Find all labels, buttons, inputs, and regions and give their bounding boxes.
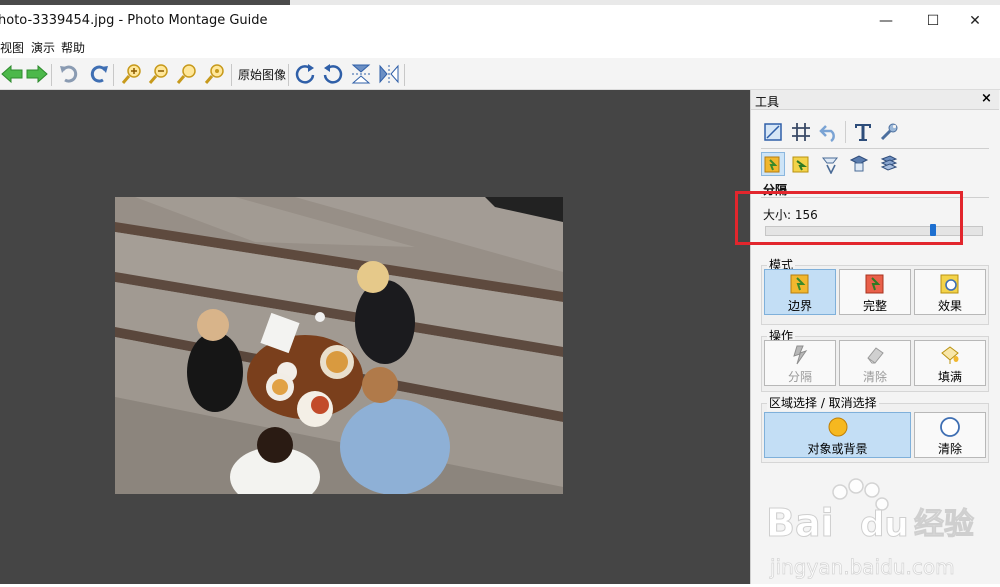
close-button[interactable]: ✕ — [955, 8, 995, 34]
complete-icon — [865, 274, 884, 294]
zoom-fit-icon[interactable] — [175, 62, 199, 86]
toolbar-separator — [231, 64, 232, 86]
clear-circle-icon — [940, 417, 960, 437]
divider — [761, 148, 989, 149]
maximize-button[interactable]: ☐ — [913, 8, 953, 34]
mode-effect-label: 效果 — [937, 299, 962, 313]
mode-effect-button[interactable]: 效果 — [914, 269, 986, 315]
region-object-label: 对象或背景 — [807, 442, 868, 456]
forward-icon[interactable] — [25, 62, 49, 86]
effect-icon — [940, 274, 959, 294]
panel-close-button[interactable]: × — [981, 91, 992, 106]
svg-text:jingyan.baidu.com: jingyan.baidu.com — [769, 555, 955, 579]
extract-tool-icon[interactable] — [789, 152, 813, 176]
crop-resize-icon[interactable] — [761, 120, 785, 144]
highlight-box — [735, 191, 963, 245]
person-tool-icon[interactable] — [819, 152, 843, 176]
zoom-out-icon[interactable] — [147, 62, 171, 86]
menu-bar: 视图 演示 帮助 — [0, 38, 1000, 58]
zoom-in-icon[interactable] — [120, 62, 144, 86]
undo-arrow-icon[interactable] — [817, 120, 841, 144]
grid-crop-icon[interactable] — [789, 120, 813, 144]
operation-fill-button[interactable]: 填满 — [914, 340, 986, 386]
zoom-actual-icon[interactable] — [203, 62, 227, 86]
flip-vertical-icon[interactable] — [349, 62, 373, 86]
menu-demo[interactable]: 演示 — [31, 39, 55, 56]
panel-title: 工具 — [755, 95, 780, 109]
region-object-or-background-button[interactable]: 对象或背景 — [764, 412, 911, 458]
menu-view[interactable]: 视图 — [0, 39, 24, 56]
main-toolbar: 原始图像 — [0, 58, 1000, 90]
svg-text:经验: 经验 — [914, 507, 974, 542]
text-icon[interactable] — [851, 120, 875, 144]
object-circle-icon — [828, 417, 847, 437]
toolbar-separator — [51, 64, 52, 86]
svg-text:du: du — [860, 505, 909, 545]
toolbar-separator — [404, 64, 405, 86]
menu-help[interactable]: 帮助 — [61, 39, 85, 56]
undo-icon[interactable] — [58, 62, 82, 86]
toolbar-separator — [288, 64, 289, 86]
eraser-icon — [867, 347, 884, 364]
mode-group: 模式 边界 完整 效果 — [761, 256, 989, 325]
mode-border-label: 边界 — [787, 299, 812, 313]
operation-erase-button[interactable]: 清除 — [839, 340, 911, 386]
flip-horizontal-icon[interactable] — [377, 62, 401, 86]
hat-tool-icon[interactable] — [847, 152, 871, 176]
taskbar-strip — [0, 0, 1000, 5]
operation-fill-label: 填满 — [937, 370, 962, 384]
border-icon — [790, 274, 809, 294]
region-select-title: 区域选择 / 取消选择 — [767, 394, 879, 411]
mode-complete-button[interactable]: 完整 — [839, 269, 911, 315]
original-image-button[interactable]: 原始图像 — [238, 66, 286, 83]
rotate-cw-icon[interactable] — [293, 62, 317, 86]
region-select-group: 区域选择 / 取消选择 对象或背景 清除 — [761, 394, 989, 463]
operation-separate-button[interactable]: 分隔 — [764, 340, 836, 386]
image-canvas[interactable] — [0, 90, 750, 584]
stack-tool-icon[interactable] — [877, 152, 901, 176]
separate-icon — [793, 345, 808, 365]
fill-icon — [941, 346, 959, 364]
redo-icon[interactable] — [86, 62, 110, 86]
region-clear-button[interactable]: 清除 — [914, 412, 986, 458]
toolbar-separator — [113, 64, 114, 86]
mode-border-button[interactable]: 边界 — [764, 269, 836, 315]
separate-tool-icon[interactable] — [761, 152, 785, 176]
icon-separator — [845, 121, 846, 143]
svg-text:Bai: Bai — [766, 501, 834, 545]
operation-group: 操作 分隔 清除 填满 — [761, 327, 989, 392]
photo-image[interactable] — [115, 197, 563, 494]
minimize-button[interactable]: — — [866, 8, 906, 34]
operation-erase-label: 清除 — [862, 370, 887, 384]
operation-separate-label: 分隔 — [787, 370, 812, 384]
baidu-watermark: Bai du 经验 jingyan.baidu.com — [764, 478, 1000, 584]
mode-complete-label: 完整 — [862, 299, 887, 313]
wrench-icon[interactable] — [877, 120, 901, 144]
panel-header: 工具 × — [751, 90, 999, 110]
window-title: hoto-3339454.jpg - Photo Montage Guide — [0, 13, 268, 28]
back-icon[interactable] — [0, 62, 24, 86]
rotate-ccw-icon[interactable] — [321, 62, 345, 86]
region-clear-label: 清除 — [937, 442, 962, 456]
title-bar: hoto-3339454.jpg - Photo Montage Guide —… — [0, 0, 1000, 38]
